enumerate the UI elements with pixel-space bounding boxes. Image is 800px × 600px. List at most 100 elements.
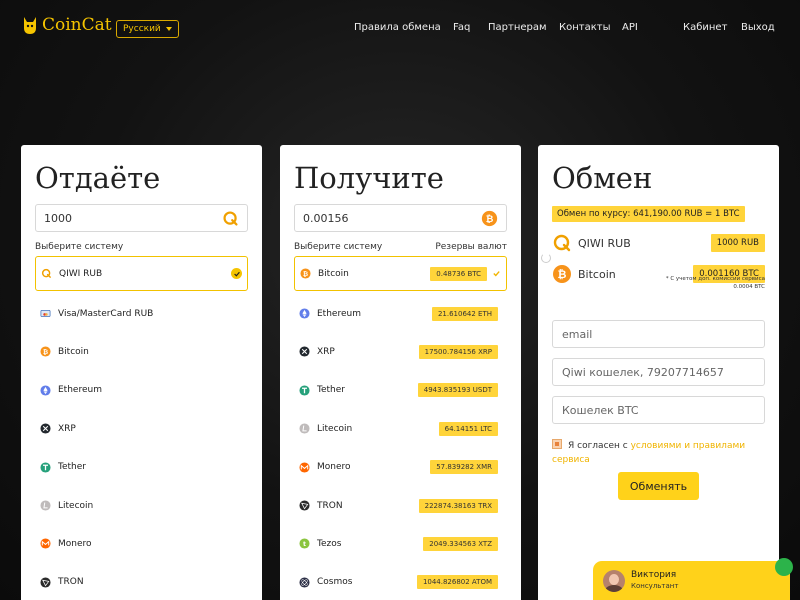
list-item[interactable]: Monero 57.839282 XMR xyxy=(294,448,507,486)
online-status-icon xyxy=(775,558,793,576)
chat-agent-role: Консультант xyxy=(631,582,679,590)
logo[interactable]: CoinCat xyxy=(22,14,112,36)
qiwi-icon xyxy=(553,234,571,252)
list-item-name: XRP xyxy=(317,346,335,357)
exchange-button[interactable]: Обменять xyxy=(618,472,699,500)
reserves-label: Резервы валют xyxy=(435,242,507,252)
reserve-badge: 57.839282 XMR xyxy=(430,460,498,475)
list-item-name: TRON xyxy=(317,500,343,511)
list-item-name: XRP xyxy=(58,423,76,434)
agree-checkbox[interactable] xyxy=(552,439,562,449)
list-item[interactable]: Visa/MasterCard RUB xyxy=(35,294,248,332)
nav-rules[interactable]: Правила обмена xyxy=(354,22,441,33)
tether-icon xyxy=(299,385,310,396)
language-value: Русский xyxy=(123,24,161,34)
check-icon xyxy=(231,268,242,279)
nav-contacts[interactable]: Контакты xyxy=(559,22,610,33)
caret-down-icon xyxy=(165,27,172,31)
btc-wallet-input[interactable] xyxy=(552,396,765,424)
nav-api[interactable]: API xyxy=(622,22,638,33)
cosmos-icon xyxy=(299,577,310,588)
svg-text:t: t xyxy=(303,540,306,548)
give-title: Отдаёте xyxy=(35,161,161,195)
list-item[interactable]: Monero xyxy=(35,525,248,563)
header: CoinCat Русский Правила обмена Faq Партн… xyxy=(0,0,800,56)
list-item-name: Litecoin xyxy=(58,500,94,511)
logo-text: CoinCat xyxy=(42,15,112,35)
chat-agent-name: Виктория xyxy=(631,570,677,580)
list-item-name: Cosmos xyxy=(317,577,353,588)
ethereum-icon xyxy=(40,385,51,396)
list-item-name: TRON xyxy=(58,577,84,588)
card-icon xyxy=(40,308,51,319)
litecoin-icon xyxy=(299,423,310,434)
give-select-label: Выберите систему xyxy=(35,242,124,252)
monero-icon xyxy=(299,462,310,473)
rate-badge: Обмен по курсу: 641,190.00 RUB = 1 BTC xyxy=(552,206,745,222)
commission-note: * С учетом доп. комиссии сервиса 0.0004 … xyxy=(665,276,765,290)
avatar xyxy=(603,570,625,592)
email-input[interactable] xyxy=(552,320,765,348)
list-item[interactable]: QIWI RUB xyxy=(35,256,248,291)
list-item[interactable]: XRP 17500.784156 XRP xyxy=(294,333,507,371)
nav-logout[interactable]: Выход xyxy=(741,22,775,33)
reserve-badge: 21.610642 ETH xyxy=(431,306,498,321)
list-item-name: Bitcoin xyxy=(58,346,89,357)
list-item[interactable]: Ethereum 21.610642 ETH xyxy=(294,294,507,332)
language-select[interactable]: Русский xyxy=(116,20,179,38)
reserve-badge: 2049.334563 XTZ xyxy=(423,536,498,551)
check-icon xyxy=(491,269,501,279)
bitcoin-icon: ₿ xyxy=(40,346,51,358)
give-card: Отдаёте 1000 Выберите систему QIWI RUB Vi… xyxy=(21,145,262,600)
nav-faq[interactable]: Faq xyxy=(453,22,470,33)
bitcoin-icon: ₿ xyxy=(553,265,571,283)
receive-title: Получите xyxy=(294,161,444,195)
reserve-badge: 222874.38163 TRX xyxy=(418,498,498,513)
agree-row: Я согласен с условиями и правилами серви… xyxy=(552,439,765,468)
list-item-name: QIWI RUB xyxy=(59,268,103,279)
exchange-from-row: QIWI RUB 1000 RUB xyxy=(552,233,765,253)
bitcoin-icon: ₿ xyxy=(300,268,311,279)
give-amount-field[interactable]: 1000 xyxy=(35,204,248,232)
tron-icon xyxy=(40,577,51,588)
list-item[interactable]: Tether xyxy=(35,448,248,486)
reserve-badge: 4943.835193 USDT xyxy=(417,383,498,398)
list-item[interactable]: Cosmos 1044.826802 ATOM xyxy=(294,563,507,600)
list-item[interactable]: Litecoin xyxy=(35,486,248,524)
exchange-title: Обмен xyxy=(552,161,653,195)
bitcoin-icon: ₿ xyxy=(481,210,498,226)
list-item[interactable]: TRON xyxy=(35,563,248,600)
chat-widget[interactable]: Виктория Консультант xyxy=(593,558,793,600)
list-item[interactable]: t Tezos 2049.334563 XTZ xyxy=(294,525,507,563)
litecoin-icon xyxy=(40,500,51,511)
receive-system-list: ₿ Bitcoin 0.48736 BTC Ethereum 21.610642 ETH… xyxy=(294,256,507,600)
nav-cabinet[interactable]: Кабинет xyxy=(683,22,727,33)
list-item[interactable]: ₿ Bitcoin xyxy=(35,333,248,371)
exchange-card: Обмен Обмен по курсу: 641,190.00 RUB = 1… xyxy=(538,145,779,600)
receive-amount-field[interactable]: 0.00156 ₿ xyxy=(294,204,507,232)
reserve-badge: 1044.826802 ATOM xyxy=(416,575,498,590)
receive-amount-value: 0.00156 xyxy=(303,211,349,225)
monero-icon xyxy=(40,538,51,549)
list-item[interactable]: Litecoin 64.14151 LTC xyxy=(294,410,507,448)
list-item[interactable]: TRON 222874.38163 TRX xyxy=(294,486,507,524)
reserve-badge: 64.14151 LTC xyxy=(438,421,498,436)
give-amount-value: 1000 xyxy=(44,211,72,225)
list-item[interactable]: Tether 4943.835193 USDT xyxy=(294,371,507,409)
receive-select-label: Выберите систему xyxy=(294,242,383,252)
give-system-list: QIWI RUB Visa/MasterCard RUB ₿ Bitcoin Ether… xyxy=(35,256,248,600)
qiwi-icon xyxy=(223,210,238,226)
tether-icon xyxy=(40,462,51,473)
list-item-name: Monero xyxy=(317,462,351,473)
list-item[interactable]: XRP xyxy=(35,410,248,448)
svg-text:₿: ₿ xyxy=(486,213,494,224)
ethereum-icon xyxy=(299,308,310,319)
nav-partners[interactable]: Партнерам xyxy=(488,22,547,33)
list-item-name: Tether xyxy=(317,385,345,396)
list-item[interactable]: Ethereum xyxy=(35,371,248,409)
cat-logo-icon xyxy=(24,17,36,34)
list-item-name: Visa/MasterCard RUB xyxy=(58,308,154,319)
list-item[interactable]: ₿ Bitcoin 0.48736 BTC xyxy=(294,256,507,291)
qiwi-wallet-input[interactable] xyxy=(552,358,765,386)
tezos-icon: t xyxy=(299,538,310,549)
